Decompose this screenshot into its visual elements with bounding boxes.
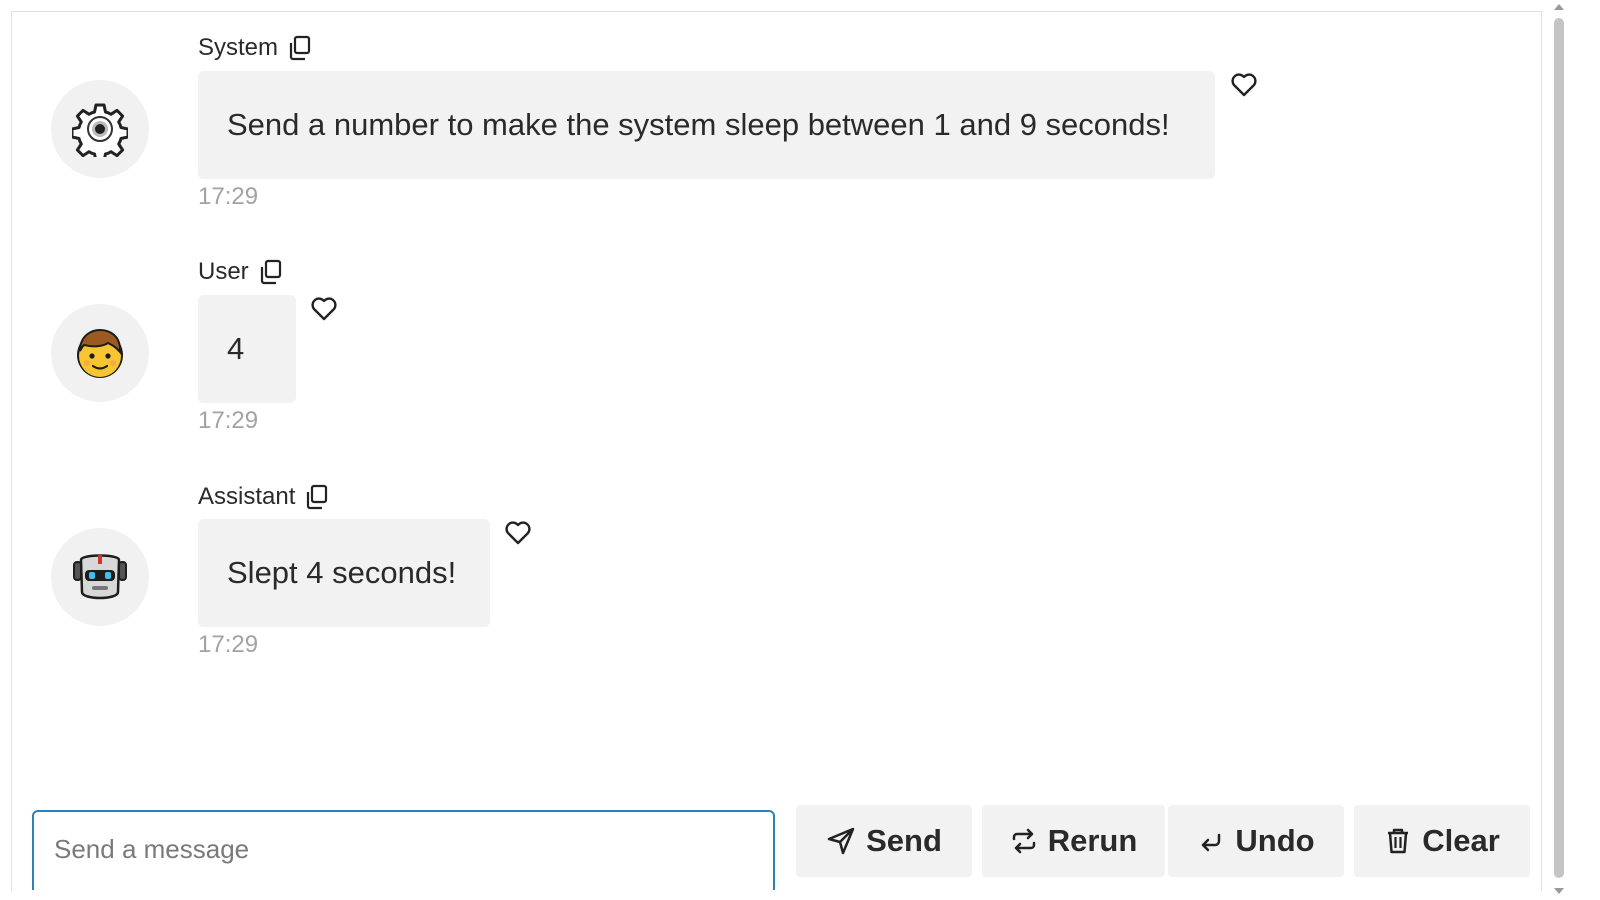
send-label: Send — [866, 823, 942, 858]
copy-icon[interactable] — [288, 35, 312, 61]
robot-face-icon — [73, 554, 127, 600]
like-heart-icon[interactable] — [504, 520, 532, 546]
message-timestamp: 17:29 — [198, 183, 259, 210]
message-text: Slept 4 seconds! — [227, 555, 457, 590]
send-button[interactable]: Send — [796, 805, 972, 877]
scrollbar-thumb[interactable] — [1554, 18, 1564, 878]
sender-name: User — [198, 258, 249, 285]
message-timestamp: 17:29 — [198, 407, 259, 434]
message-timestamp: 17:29 — [198, 631, 259, 658]
send-icon — [827, 827, 855, 855]
system-avatar — [51, 80, 149, 178]
like-heart-icon[interactable] — [310, 296, 338, 322]
undo-button[interactable]: Undo — [1168, 805, 1344, 877]
trash-icon — [1388, 828, 1409, 854]
clear-button[interactable]: Clear — [1354, 805, 1530, 877]
boy-face-icon — [77, 328, 123, 378]
message-input[interactable]: Send a message — [32, 810, 775, 890]
message-text: 4 — [227, 331, 245, 366]
message-bubble: 4 — [198, 295, 296, 403]
rerun-label: Rerun — [1047, 823, 1138, 858]
clear-label: Clear — [1422, 823, 1500, 858]
message-text: Send a number to make the system sleep b… — [227, 107, 1170, 142]
copy-icon[interactable] — [305, 484, 329, 510]
vertical-scrollbar[interactable] — [1551, 0, 1568, 900]
scroll-down-icon[interactable] — [1554, 888, 1564, 894]
message-bubble: Slept 4 seconds! — [198, 519, 490, 627]
message-bubble: Send a number to make the system sleep b… — [198, 71, 1215, 179]
rerun-button[interactable]: Rerun — [982, 805, 1165, 877]
undo-label: Undo — [1235, 823, 1315, 858]
message-input-placeholder: Send a message — [54, 834, 250, 864]
copy-icon[interactable] — [259, 259, 283, 285]
scroll-up-icon[interactable] — [1554, 4, 1564, 10]
user-avatar — [51, 304, 149, 402]
sender-name: Assistant — [198, 483, 296, 510]
rerun-icon — [1012, 828, 1035, 854]
assistant-avatar — [51, 528, 149, 626]
gear-icon — [72, 103, 128, 157]
sender-name: System — [198, 34, 279, 61]
like-heart-icon[interactable] — [1230, 72, 1258, 98]
undo-icon — [1202, 833, 1221, 852]
